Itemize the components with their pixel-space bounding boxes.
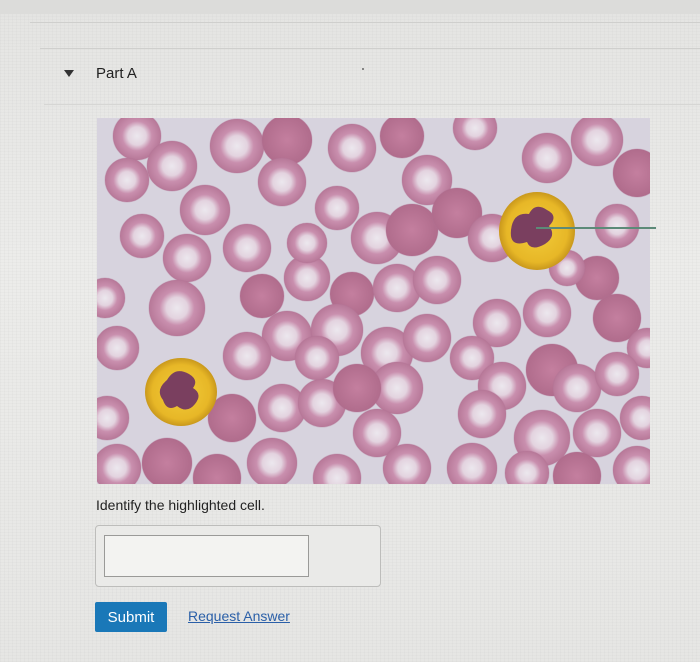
- red-blood-cell: [239, 273, 285, 319]
- red-blood-cell: [372, 263, 422, 313]
- red-blood-cell: [412, 255, 462, 305]
- red-blood-cell: [222, 223, 272, 273]
- red-blood-cell: [286, 222, 328, 264]
- answer-box: [95, 525, 381, 587]
- stray-dot: [362, 68, 364, 70]
- red-blood-cell: [148, 279, 206, 337]
- red-blood-cell: [570, 118, 624, 167]
- caret-down-icon[interactable]: [64, 69, 74, 77]
- request-answer-link[interactable]: Request Answer: [188, 608, 290, 624]
- top-strip: [0, 0, 700, 14]
- red-blood-cell: [294, 335, 340, 381]
- red-blood-cell: [104, 157, 150, 203]
- red-blood-cell: [594, 203, 640, 249]
- red-blood-cell: [572, 408, 622, 458]
- red-blood-cell: [97, 325, 140, 371]
- red-blood-cell: [552, 363, 602, 413]
- red-blood-cell: [141, 437, 193, 484]
- question-prompt: Identify the highlighted cell.: [96, 497, 265, 513]
- red-blood-cell: [261, 118, 313, 166]
- red-blood-cell: [314, 185, 360, 231]
- red-blood-cell: [379, 118, 425, 159]
- neutrophil-cell: [145, 358, 217, 426]
- red-blood-cell: [457, 389, 507, 439]
- red-blood-cell: [594, 351, 640, 397]
- red-blood-cell: [522, 288, 572, 338]
- red-blood-cell: [222, 331, 272, 381]
- red-blood-cell: [385, 203, 439, 257]
- part-a-header[interactable]: Part A: [64, 60, 137, 86]
- divider: [30, 22, 700, 23]
- divider: [40, 48, 700, 49]
- red-blood-cell: [119, 213, 165, 259]
- red-blood-cell: [257, 157, 307, 207]
- highlight-pointer-line: [536, 227, 656, 229]
- red-blood-cell: [521, 132, 573, 184]
- red-blood-cell: [179, 184, 231, 236]
- red-blood-cell: [402, 313, 452, 363]
- blood-smear-image: [97, 118, 650, 484]
- red-blood-cell: [162, 233, 212, 283]
- red-blood-cell: [327, 123, 377, 173]
- highlighted-neutrophil-cell: [499, 192, 575, 270]
- red-blood-cell: [332, 363, 382, 413]
- divider: [44, 104, 700, 105]
- red-blood-cell: [209, 118, 265, 174]
- answer-input[interactable]: [104, 535, 309, 577]
- part-title: Part A: [96, 64, 137, 82]
- submit-button[interactable]: Submit: [95, 602, 167, 632]
- red-blood-cell: [146, 140, 198, 192]
- red-blood-cell: [246, 437, 298, 484]
